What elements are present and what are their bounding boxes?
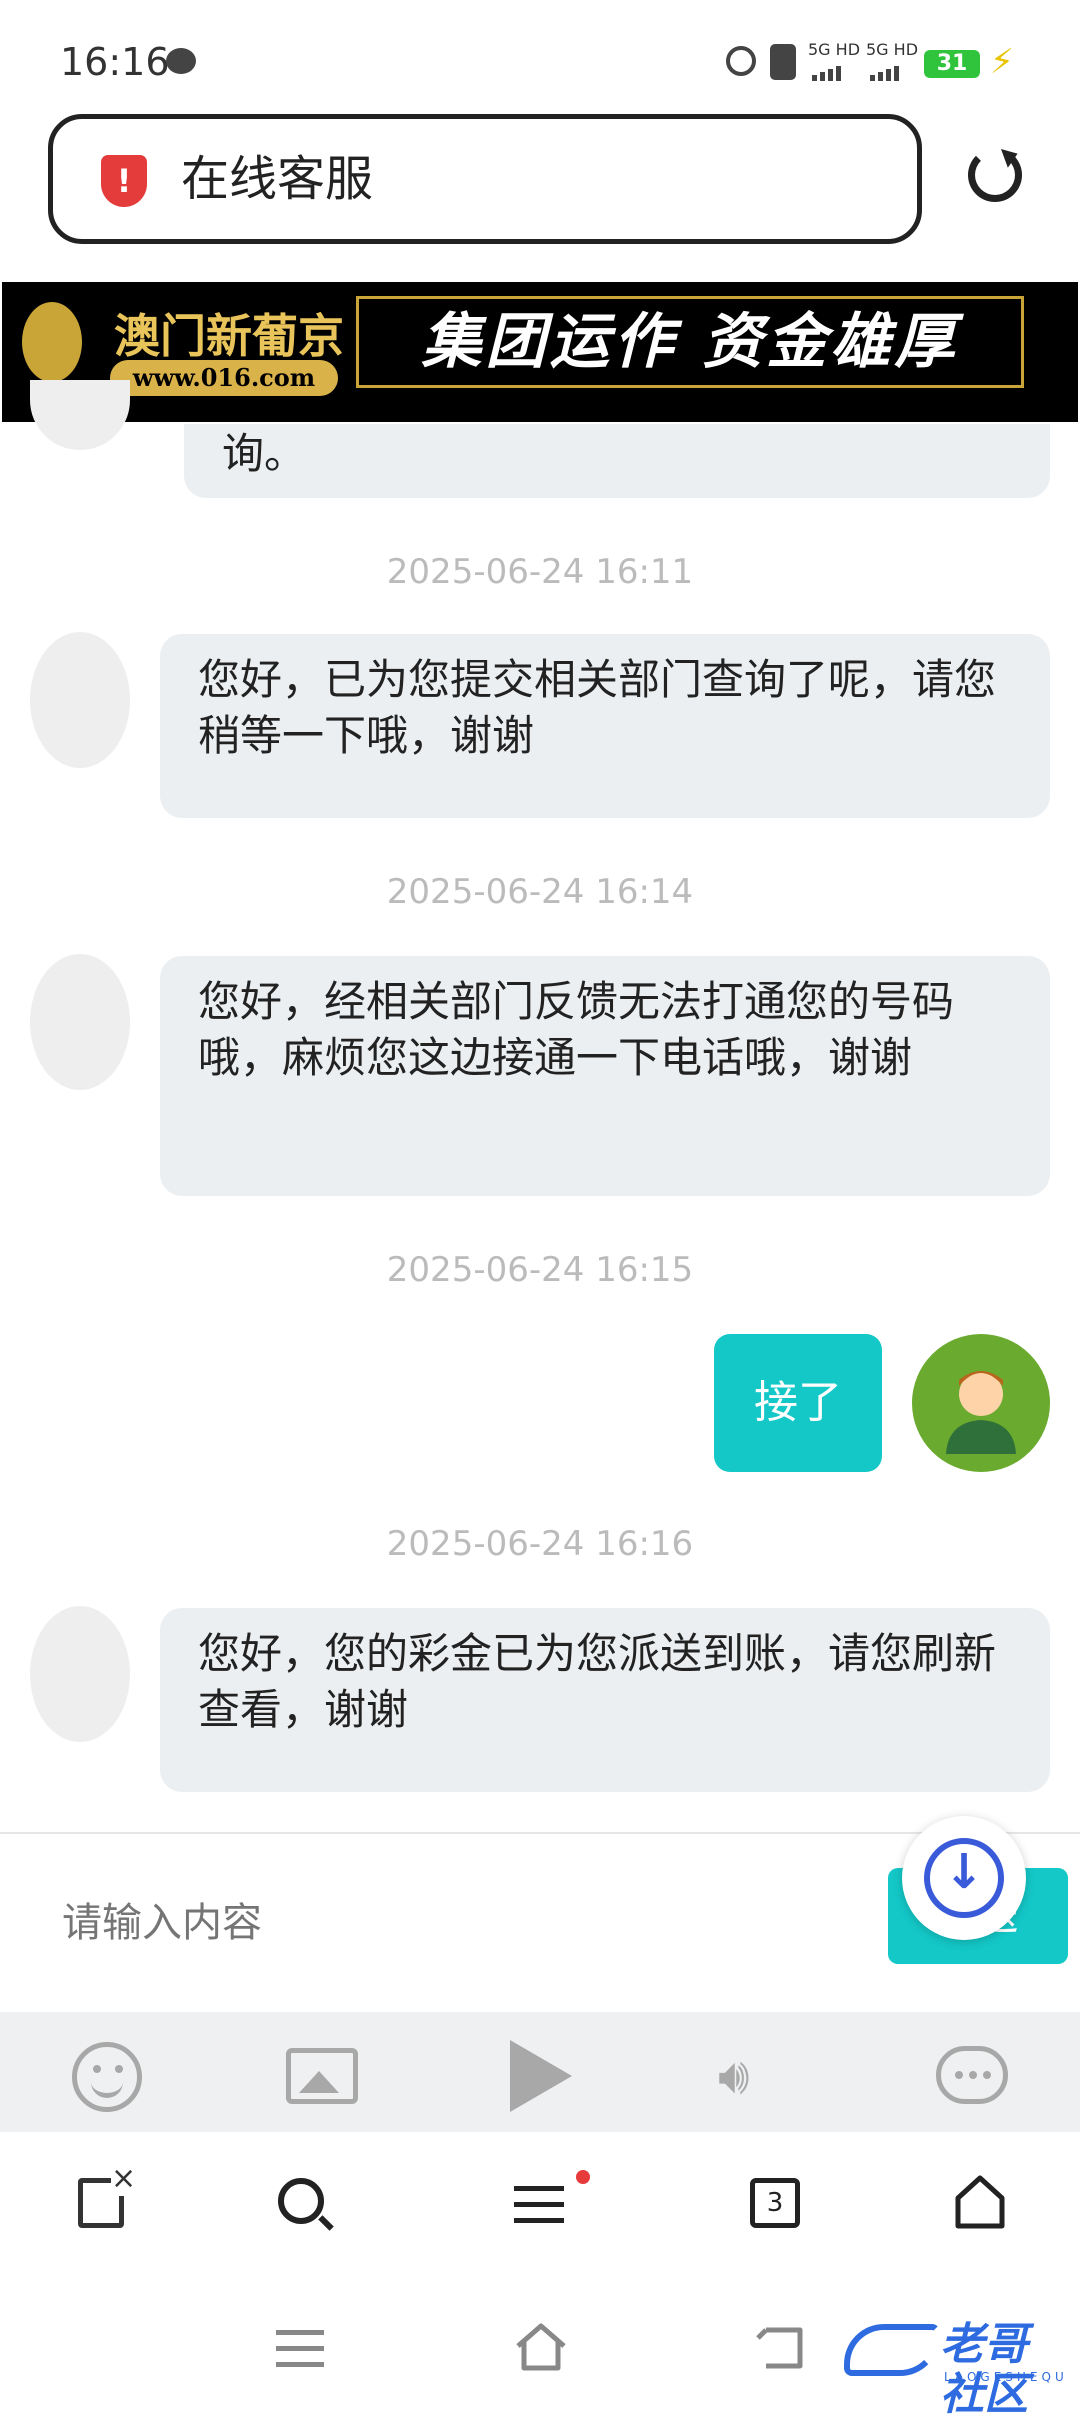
close-tab-icon[interactable] bbox=[78, 2161, 137, 2228]
shield-alert-icon[interactable]: ! bbox=[101, 155, 147, 207]
message-text: 接了 bbox=[754, 1377, 842, 1428]
battery-level: 31 bbox=[924, 50, 980, 78]
dragon-logo-icon bbox=[844, 2324, 940, 2376]
charging-icon: ⚡ bbox=[990, 42, 1014, 82]
chat-bubble-agent: 您好，您的彩金已为您派送到账，请您刷新查看，谢谢 bbox=[160, 1608, 1050, 1792]
message-timestamp: 2025-06-24 16:16 bbox=[386, 1524, 694, 1564]
message-input[interactable] bbox=[60, 1892, 864, 1954]
system-nav: 老哥社区 LAOGESHEQU bbox=[0, 2290, 1080, 2420]
network-label-2: 5G HD bbox=[866, 40, 919, 59]
message-text: 您好，已为您提交相关部门查询了呢，请您稍等一下哦，谢谢 bbox=[198, 655, 997, 760]
signal-icon bbox=[812, 62, 844, 81]
watermark: 老哥社区 LAOGESHEQU bbox=[844, 2316, 1064, 2420]
status-bar: 16:16 5G HD 5G HD 31 ⚡ bbox=[0, 0, 1080, 110]
chat-bubble-icon[interactable] bbox=[936, 2046, 1008, 2104]
home-icon[interactable] bbox=[954, 2174, 1006, 2230]
signal-icon bbox=[870, 62, 902, 81]
chat-bubble-user: 接了 bbox=[714, 1334, 882, 1472]
agent-avatar bbox=[30, 380, 130, 450]
play-icon[interactable] bbox=[510, 2040, 572, 2112]
agent-avatar bbox=[30, 1606, 130, 1742]
message-text: 询。 bbox=[222, 429, 307, 478]
message-text: 您好，您的彩金已为您派送到账，请您刷新查看，谢谢 bbox=[198, 1629, 997, 1734]
alarm-icon bbox=[726, 46, 756, 76]
banner-logo bbox=[22, 302, 82, 382]
watermark-subtext: LAOGESHEQU bbox=[944, 2370, 1068, 2384]
tabs-icon[interactable]: 3 bbox=[750, 2178, 800, 2228]
message-timestamp: 2025-06-24 16:11 bbox=[386, 552, 694, 592]
banner-slogan: 集团运作 资金雄厚 bbox=[356, 296, 1024, 388]
recent-apps-icon[interactable] bbox=[276, 2330, 324, 2370]
emoji-icon[interactable] bbox=[72, 2042, 142, 2112]
message-timestamp: 2025-06-24 16:14 bbox=[386, 872, 694, 912]
banner-url: www.016.com bbox=[110, 360, 338, 396]
chat-bubble-agent: 您好，经相关部门反馈无法打通您的号码哦，麻烦您这边接通一下电话哦，谢谢 bbox=[160, 956, 1050, 1196]
person-icon bbox=[946, 1371, 1016, 1454]
menu-icon[interactable] bbox=[514, 2186, 564, 2226]
vibrate-icon bbox=[770, 44, 796, 80]
address-bar[interactable]: ! 在线客服 bbox=[48, 114, 922, 244]
search-icon[interactable] bbox=[278, 2178, 324, 2224]
image-icon[interactable] bbox=[286, 2048, 358, 2104]
chat-bubble-partial: 询。 bbox=[184, 424, 1050, 498]
volume-icon[interactable]: 🔊︎ bbox=[718, 2046, 788, 2106]
back-icon[interactable] bbox=[756, 2324, 808, 2372]
agent-avatar bbox=[30, 954, 130, 1090]
status-time: 16:16 bbox=[60, 40, 170, 84]
ad-banner[interactable]: 澳门新葡京 www.016.com 集团运作 资金雄厚 bbox=[2, 282, 1078, 422]
message-text: 您好，经相关部门反馈无法打通您的号码哦，麻烦您这边接通一下电话哦，谢谢 bbox=[198, 977, 955, 1082]
page-title: 在线客服 bbox=[181, 151, 374, 207]
message-icon bbox=[166, 48, 196, 74]
chat-toolbar: 🔊︎ bbox=[0, 2012, 1080, 2132]
home-icon[interactable] bbox=[514, 2320, 568, 2374]
browser-nav: 3 bbox=[0, 2140, 1080, 2280]
download-button[interactable]: ↓ bbox=[902, 1816, 1026, 1940]
down-arrow-icon: ↓ bbox=[943, 1844, 985, 1900]
banner-brand: 澳门新葡京 bbox=[114, 309, 344, 363]
message-timestamp: 2025-06-24 16:15 bbox=[386, 1250, 694, 1290]
agent-avatar bbox=[30, 632, 130, 768]
notification-dot bbox=[576, 2170, 590, 2184]
user-avatar bbox=[912, 1334, 1050, 1472]
chat-bubble-agent: 您好，已为您提交相关部门查询了呢，请您稍等一下哦，谢谢 bbox=[160, 634, 1050, 818]
network-label-1: 5G HD bbox=[808, 40, 861, 59]
